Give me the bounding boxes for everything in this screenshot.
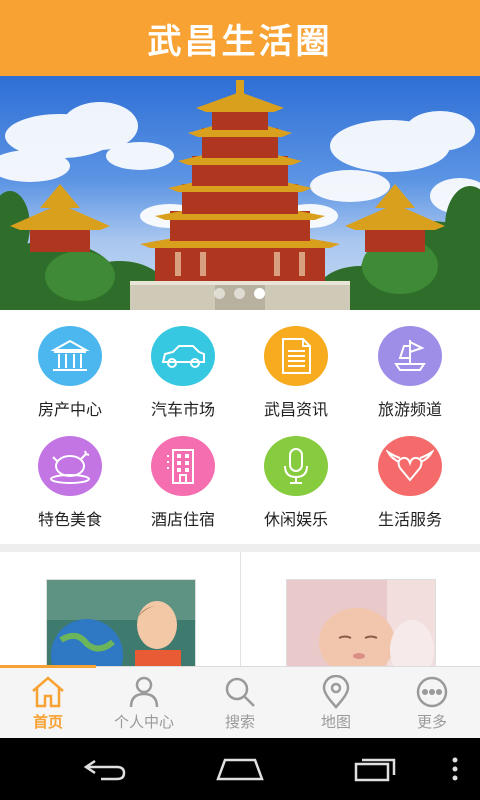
tab-profile[interactable]: 个人中心 [96,667,192,739]
carousel-dot[interactable] [214,288,225,299]
category-entertainment[interactable]: 休闲娱乐 [236,420,356,530]
boy-with-globe-photo [46,579,196,666]
card-item[interactable] [0,552,240,666]
person-icon [129,676,159,708]
category-label: 房产中心 [37,400,102,419]
category-label: 武昌资讯 [263,400,328,419]
category-label: 旅游频道 [377,400,442,419]
card-item[interactable] [240,552,480,666]
category-real-estate[interactable]: 房产中心 [10,310,130,420]
roast-chicken-icon [38,436,102,496]
bottom-tab-bar: 首页 个人中心 搜索 地图 更多 [0,665,480,739]
search-icon [225,677,255,707]
tab-label: 个人中心 [113,713,174,731]
section-divider [0,544,480,552]
app-title-bar: 武昌生活圈 [0,0,480,76]
carousel-indicator [214,288,265,299]
app-title: 武昌生活圈 [147,21,333,62]
more-icon [416,676,448,708]
category-news[interactable]: 武昌资讯 [236,310,356,420]
tab-more[interactable]: 更多 [384,667,480,739]
back-arrow-icon [83,759,126,781]
carousel-dot[interactable] [234,288,245,299]
home-outline-icon [216,758,264,781]
overflow-menu-button[interactable] [440,738,470,800]
category-hotel[interactable]: 酒店住宿 [123,420,243,530]
tab-label: 地图 [320,713,351,731]
category-label: 酒店住宿 [150,510,215,529]
category-label: 生活服务 [377,510,442,529]
winged-heart-icon [378,436,442,496]
category-food[interactable]: 特色美食 [10,420,130,530]
category-grid: 房产中心 汽车市场 武昌资讯 旅游频道 特色美食 酒店住宿 休闲娱乐 生活服务 [0,310,480,544]
category-label: 休闲娱乐 [263,510,328,529]
recommend-cards [0,552,480,666]
map-pin-icon [322,675,350,709]
carousel-dot-active[interactable] [254,288,265,299]
tab-home[interactable]: 首页 [0,667,96,739]
recent-apps-button[interactable] [340,738,410,800]
microphone-icon [264,436,328,496]
tab-label: 首页 [32,713,63,731]
home-icon [32,676,64,708]
sailboat-icon [378,326,442,386]
banner-carousel[interactable] [0,76,480,310]
sleeping-baby-photo [286,579,436,666]
yellow-crane-tower-photo [0,80,480,310]
back-button[interactable] [70,738,140,800]
category-life-services[interactable]: 生活服务 [350,420,470,530]
tab-search[interactable]: 搜索 [192,667,288,739]
hotel-icon [151,436,215,496]
document-icon [264,326,328,386]
overflow-dots-icon [452,757,458,781]
recent-apps-icon [354,758,396,782]
system-navigation-bar [0,738,480,800]
building-icon [38,326,102,386]
car-icon [151,326,215,386]
category-label: 特色美食 [37,510,102,529]
tab-label: 搜索 [224,713,255,731]
category-travel[interactable]: 旅游频道 [350,310,470,420]
tab-map[interactable]: 地图 [288,667,384,739]
home-button[interactable] [205,738,275,800]
tab-label: 更多 [416,713,447,731]
category-car-market[interactable]: 汽车市场 [123,310,243,420]
category-label: 汽车市场 [150,400,215,419]
